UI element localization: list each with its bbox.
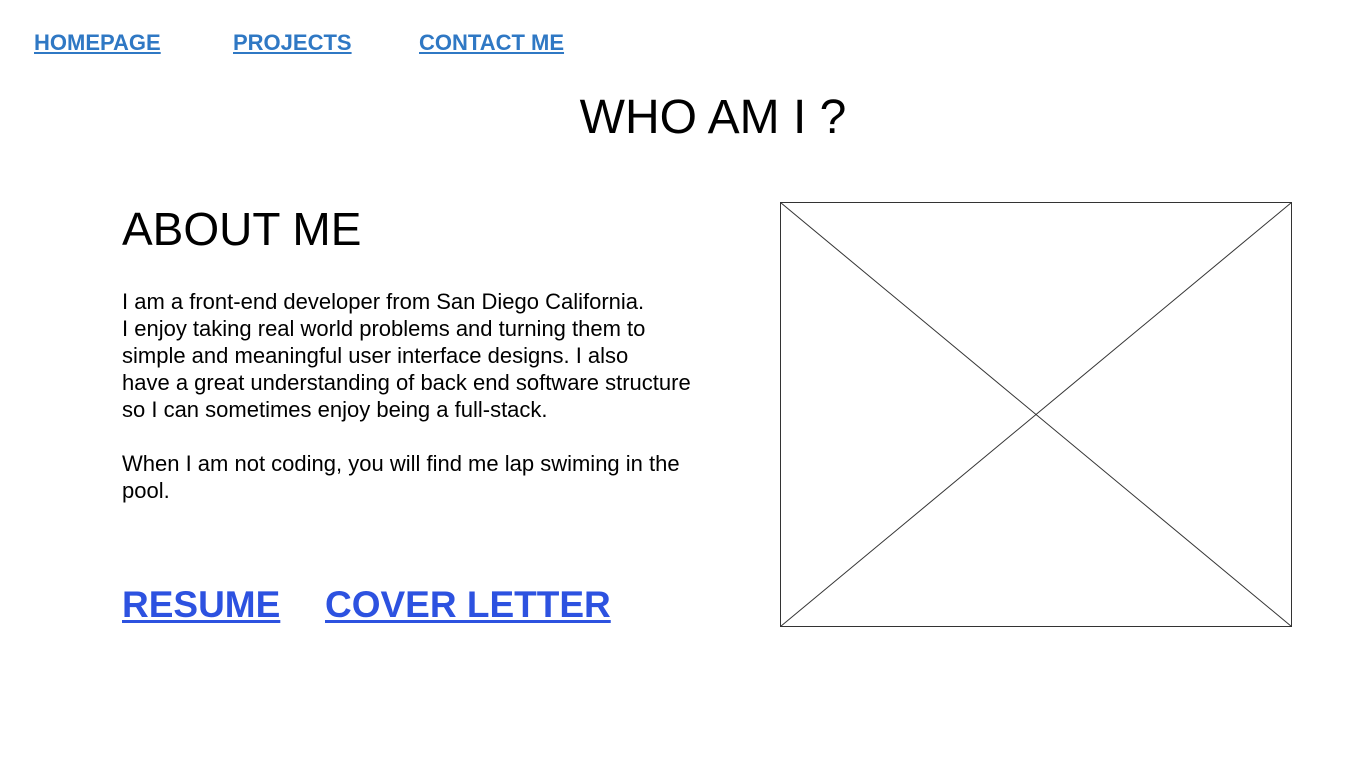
profile-photo-placeholder xyxy=(780,202,1292,627)
bio-line: When I am not coding, you will find me l… xyxy=(122,451,680,476)
nav-link-homepage[interactable]: HOMEPAGE xyxy=(34,30,161,56)
nav-link-contact-me[interactable]: CONTACT ME xyxy=(419,30,564,56)
bio-line: so I can sometimes enjoy being a full-st… xyxy=(122,397,548,422)
nav-link-projects[interactable]: PROJECTS xyxy=(233,30,352,56)
about-heading: ABOUT ME xyxy=(122,203,362,255)
resume-link[interactable]: RESUME xyxy=(122,584,280,626)
bio-line: have a great understanding of back end s… xyxy=(122,370,691,395)
bio-line: I am a front-end developer from San Dieg… xyxy=(122,289,645,314)
bio-line: I enjoy taking real world problems and t… xyxy=(122,316,646,341)
page-title: WHO AM I ? xyxy=(579,91,847,144)
cover-letter-link[interactable]: COVER LETTER xyxy=(325,584,611,626)
image-placeholder-icon xyxy=(780,202,1292,627)
about-bio: I am a front-end developer from San Dieg… xyxy=(122,288,762,504)
bio-line: simple and meaningful user interface des… xyxy=(122,343,629,368)
bio-line: pool. xyxy=(122,478,170,503)
